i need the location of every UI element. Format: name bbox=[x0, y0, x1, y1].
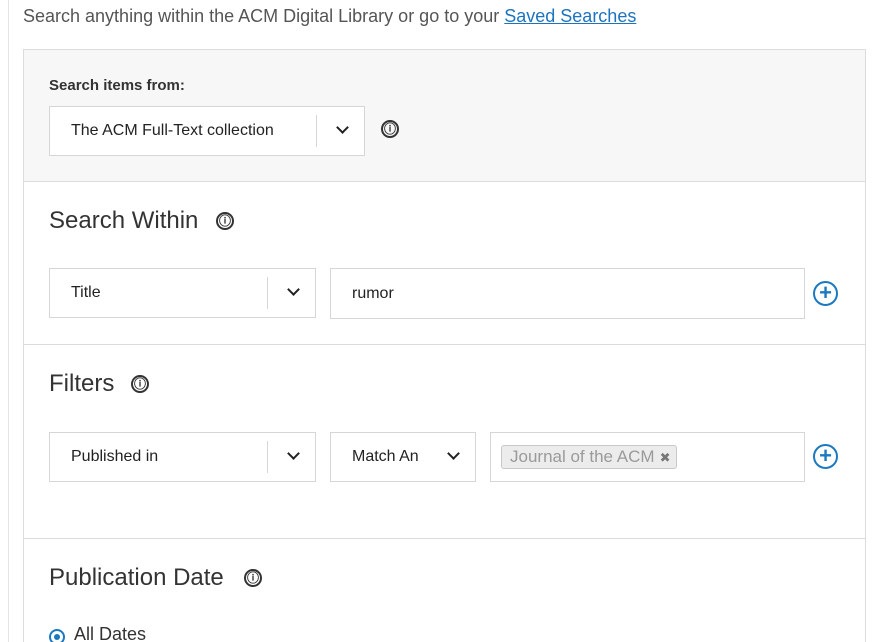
match-mode-value: Match An bbox=[352, 448, 419, 465]
info-icon[interactable]: ⓘ bbox=[216, 212, 234, 230]
all-dates-radio[interactable] bbox=[49, 629, 65, 642]
publication-tag: Journal of the ACM ✖ bbox=[501, 445, 678, 469]
info-icon[interactable]: ⓘ bbox=[381, 120, 399, 138]
remove-tag-icon[interactable]: ✖ bbox=[660, 450, 671, 465]
intro-label: Search anything within the ACM Digital L… bbox=[23, 6, 505, 26]
info-icon[interactable]: ⓘ bbox=[131, 375, 149, 393]
left-divider bbox=[8, 0, 9, 642]
filter-field-value: Published in bbox=[71, 448, 159, 465]
collection-select-value: The ACM Full-Text collection bbox=[71, 122, 274, 139]
add-filter-button[interactable]: + bbox=[813, 444, 838, 469]
search-field-value: Title bbox=[71, 284, 101, 301]
search-within-section: Search Within ⓘ Title bbox=[24, 182, 865, 345]
chevron-down-icon[interactable] bbox=[287, 447, 300, 460]
chevron-down-icon[interactable] bbox=[447, 447, 460, 460]
chevron-down-icon[interactable] bbox=[336, 121, 349, 134]
publication-tag-input[interactable]: Journal of the ACM ✖ bbox=[490, 432, 805, 482]
search-term-input[interactable] bbox=[330, 268, 805, 319]
filters-section: Filters ⓘ Published in Match An Journal … bbox=[24, 345, 865, 539]
publication-tag-label: Journal of the ACM bbox=[510, 447, 655, 466]
select-divider bbox=[316, 115, 317, 147]
intro-text: Search anything within the ACM Digital L… bbox=[23, 6, 636, 27]
match-mode-select[interactable]: Match An bbox=[330, 432, 476, 482]
filters-heading: Filters bbox=[49, 370, 115, 397]
info-icon[interactable]: ⓘ bbox=[244, 569, 262, 587]
add-search-within-button[interactable]: + bbox=[813, 281, 838, 306]
filter-field-select[interactable]: Published in bbox=[49, 432, 316, 482]
saved-searches-link[interactable]: Saved Searches bbox=[504, 6, 636, 26]
advanced-search-panel: Search items from: The ACM Full-Text col… bbox=[23, 49, 866, 642]
all-dates-label: All Dates bbox=[74, 624, 147, 642]
collection-select[interactable]: The ACM Full-Text collection bbox=[49, 106, 365, 156]
search-within-heading: Search Within bbox=[49, 207, 199, 234]
publication-date-section: Publication Date ⓘ All Dates bbox=[24, 539, 865, 642]
select-divider bbox=[267, 277, 268, 309]
publication-date-heading: Publication Date bbox=[49, 564, 224, 591]
chevron-down-icon[interactable] bbox=[287, 283, 300, 296]
select-divider bbox=[267, 441, 268, 473]
search-from-label: Search items from: bbox=[49, 77, 185, 94]
search-from-section: Search items from: The ACM Full-Text col… bbox=[24, 50, 865, 182]
search-field-select[interactable]: Title bbox=[49, 268, 316, 318]
